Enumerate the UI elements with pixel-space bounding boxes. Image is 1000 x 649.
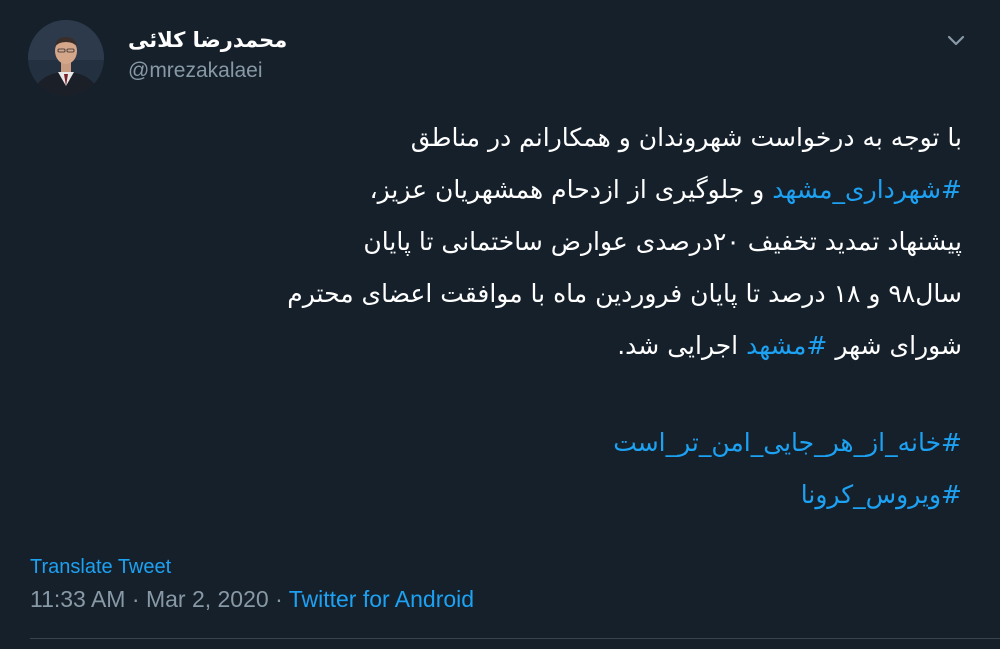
hashtag-link[interactable]: #مشهد: [746, 331, 827, 360]
hashtag-link[interactable]: #ویروس_کرونا: [801, 480, 962, 509]
user-handle[interactable]: @mrezakalaei: [128, 58, 287, 84]
tweet-text-segment: پیشنهاد تمدید تخفیف ۲۰درصدی عوارض ساختما…: [363, 227, 962, 256]
tweet-line-1: با توجه به درخواست شهروندان و همکارانم د…: [30, 112, 962, 164]
more-options-button[interactable]: [944, 30, 968, 50]
divider: [30, 638, 1000, 639]
tweet-text-segment: اجرایی شد.: [617, 331, 747, 360]
meta-separator: ·: [268, 586, 289, 612]
tweet-meta: 11:33 AM · Mar 2, 2020 · Twitter for And…: [30, 586, 474, 613]
tweet-source-link[interactable]: Twitter for Android: [289, 586, 474, 612]
tweet-date[interactable]: Mar 2, 2020: [146, 586, 269, 612]
tweet-line-5: شورای شهر #مشهد اجرایی شد.: [30, 320, 962, 372]
avatar[interactable]: [28, 20, 104, 96]
meta-separator: ·: [125, 586, 146, 612]
tweet: محمدرضا کلائی @mrezakalaei با توجه به در…: [0, 0, 1000, 649]
user-info: محمدرضا کلائی @mrezakalaei: [128, 26, 287, 84]
translate-tweet-link[interactable]: Translate Tweet: [30, 556, 171, 579]
tweet-text-segment: و جلوگیری از ازدحام همشهریان عزیز،: [369, 175, 773, 204]
hashtag-link[interactable]: #خانه_از_هر_جایی_امن_تر_است: [613, 428, 962, 457]
tweet-text-segment: با توجه به درخواست شهروندان و همکارانم د…: [410, 123, 962, 152]
avatar-image: [28, 20, 104, 96]
tweet-line-4: سال۹۸ و ۱۸ درصد تا پایان فروردین ماه با …: [30, 268, 962, 320]
tweet-text-segment: سال۹۸ و ۱۸ درصد تا پایان فروردین ماه با …: [287, 279, 962, 308]
tweet-line-3: پیشنهاد تمدید تخفیف ۲۰درصدی عوارض ساختما…: [30, 216, 962, 268]
display-name[interactable]: محمدرضا کلائی: [128, 26, 287, 54]
tweet-time[interactable]: 11:33 AM: [30, 586, 125, 612]
tweet-line-7: #ویروس_کرونا: [30, 469, 962, 521]
tweet-text: با توجه به درخواست شهروندان و همکارانم د…: [30, 112, 962, 521]
tweet-line-6: #خانه_از_هر_جایی_امن_تر_است: [30, 417, 962, 469]
tweet-text-segment: شورای شهر: [827, 331, 962, 360]
chevron-down-icon: [947, 35, 965, 46]
tweet-line-2: #شهرداری_مشهد و جلوگیری از ازدحام همشهری…: [30, 164, 962, 216]
hashtag-link[interactable]: #شهرداری_مشهد: [772, 175, 962, 204]
